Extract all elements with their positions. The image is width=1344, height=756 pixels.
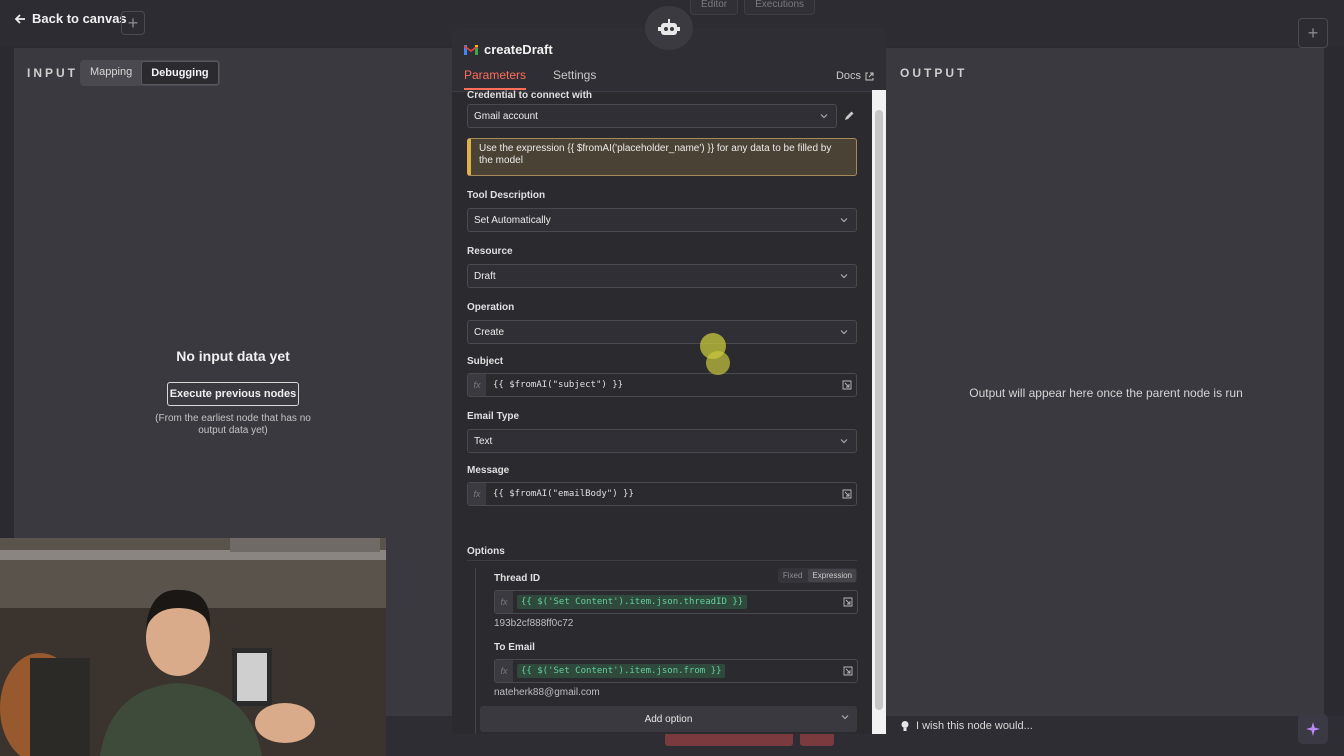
expression-toggle[interactable]: Expression: [808, 569, 856, 582]
to-email-expression: {{ $('Set Content').item.json.from }}: [517, 664, 726, 678]
thread-id-label: Thread ID: [494, 573, 541, 584]
subject-expression: {{ $fromAI("subject") }}: [493, 380, 624, 390]
chevron-down-icon: [840, 439, 848, 444]
mapping-debugging-toggle: Mapping Debugging: [80, 60, 220, 86]
operation-label: Operation: [467, 302, 515, 313]
robot-icon: [658, 19, 680, 35]
credential-select[interactable]: Gmail account: [467, 104, 837, 128]
add-option-label: Add option: [644, 713, 693, 725]
message-expression-field[interactable]: fx {{ $fromAI("emailBody") }}: [467, 482, 857, 506]
top-tabs: Editor Executions: [690, 0, 816, 15]
subject-label: Subject: [467, 356, 504, 367]
expand-icon[interactable]: [843, 597, 853, 607]
email-type-label: Email Type: [467, 411, 520, 422]
external-link-icon: [865, 72, 874, 80]
plus-icon: +: [127, 12, 139, 33]
to-email-result: nateherk88@gmail.com: [494, 687, 600, 698]
panel-scrollbar[interactable]: [872, 90, 886, 734]
gmail-icon: [464, 45, 478, 55]
credential-label: Credential to connect with: [467, 90, 593, 101]
email-type-select[interactable]: Text: [467, 429, 857, 453]
output-title: OUTPUT: [900, 66, 968, 80]
output-panel: OUTPUT Output will appear here once the …: [886, 48, 1324, 716]
lightbulb-icon: [901, 721, 909, 731]
chevron-down-icon: [820, 114, 828, 119]
debugging-tab[interactable]: Debugging: [141, 61, 219, 85]
chevron-down-icon: [840, 274, 848, 279]
chevron-down-icon: [840, 218, 848, 223]
back-to-canvas-button[interactable]: Back to canvas: [14, 11, 127, 26]
credential-value: Gmail account: [474, 110, 538, 122]
plus-icon: +: [1307, 22, 1319, 43]
mapping-tab[interactable]: Mapping: [81, 61, 141, 85]
thread-id-expression-field[interactable]: fx {{ $('Set Content').item.json.threadI…: [494, 590, 858, 614]
fx-icon: fx: [495, 591, 513, 613]
sparkle-icon: [1306, 722, 1320, 736]
cursor-highlight: [706, 351, 730, 375]
node-type-badge: [645, 6, 693, 50]
thread-id-result: 193b2cf888ff0c72: [494, 618, 574, 629]
message-expression: {{ $fromAI("emailBody") }}: [493, 489, 634, 499]
tab-parameters[interactable]: Parameters: [464, 68, 527, 90]
add-node-button[interactable]: +: [121, 11, 145, 35]
node-details-panel: createDraft Parameters Settings Docs Cre…: [452, 28, 886, 734]
execute-previous-nodes-button[interactable]: Execute previous nodes: [167, 382, 299, 406]
ai-assistant-button[interactable]: [1298, 714, 1328, 744]
pencil-icon[interactable]: [843, 110, 855, 122]
fx-icon: fx: [468, 374, 486, 396]
arrow-left-icon: [14, 13, 25, 24]
add-option-dropdown[interactable]: Add option: [480, 706, 857, 732]
options-divider: [467, 560, 857, 561]
node-title: createDraft: [464, 42, 553, 57]
options-label: Options: [467, 546, 505, 557]
output-message: Output will appear here once the parent …: [969, 386, 1243, 400]
input-title: INPUT: [27, 66, 78, 80]
to-email-expression-field[interactable]: fx {{ $('Set Content').item.json.from }}: [494, 659, 858, 683]
operation-value: Create: [474, 326, 505, 338]
expand-icon[interactable]: [842, 489, 852, 499]
docs-link[interactable]: Docs: [836, 70, 874, 82]
feedback-label: I wish this node would...: [916, 720, 1033, 732]
tool-description-label: Tool Description: [467, 190, 546, 201]
fromai-notice: Use the expression {{ $fromAI('placehold…: [467, 138, 857, 176]
presenter-video: [0, 538, 386, 756]
subject-expression-field[interactable]: fx {{ $fromAI("subject") }}: [467, 373, 857, 397]
tab-executions[interactable]: Executions: [744, 0, 816, 15]
add-node-right-button[interactable]: +: [1298, 18, 1328, 48]
resource-label: Resource: [467, 246, 513, 257]
fx-icon: fx: [468, 483, 486, 505]
feedback-link[interactable]: I wish this node would...: [900, 720, 1033, 732]
chevron-down-icon: [840, 330, 848, 335]
email-type-value: Text: [474, 435, 493, 447]
tool-description-value: Set Automatically: [474, 214, 551, 226]
fixed-expression-toggle: Fixed Expression: [777, 568, 857, 583]
docs-label: Docs: [835, 70, 861, 82]
message-label: Message: [467, 465, 510, 476]
tab-settings[interactable]: Settings: [553, 68, 596, 88]
operation-select[interactable]: Create: [467, 320, 857, 344]
empty-title: No input data yet: [176, 348, 290, 364]
fixed-toggle[interactable]: Fixed: [779, 569, 807, 582]
expand-icon[interactable]: [843, 666, 853, 676]
thread-id-expression: {{ $('Set Content').item.json.threadID }…: [517, 595, 748, 609]
expand-icon[interactable]: [842, 380, 852, 390]
resource-value: Draft: [474, 270, 496, 282]
chevron-down-icon: [841, 715, 849, 720]
empty-note: (From the earliest node that has no outp…: [155, 413, 311, 436]
webcam-overlay: [0, 538, 386, 756]
node-title-text: createDraft: [484, 42, 553, 57]
tab-editor[interactable]: Editor: [690, 0, 739, 15]
back-to-canvas-label: Back to canvas: [32, 11, 127, 26]
tool-description-select[interactable]: Set Automatically: [467, 208, 857, 232]
to-email-label: To Email: [494, 642, 535, 653]
fx-icon: fx: [495, 660, 513, 682]
scrollbar-thumb[interactable]: [875, 110, 883, 710]
resource-select[interactable]: Draft: [467, 264, 857, 288]
